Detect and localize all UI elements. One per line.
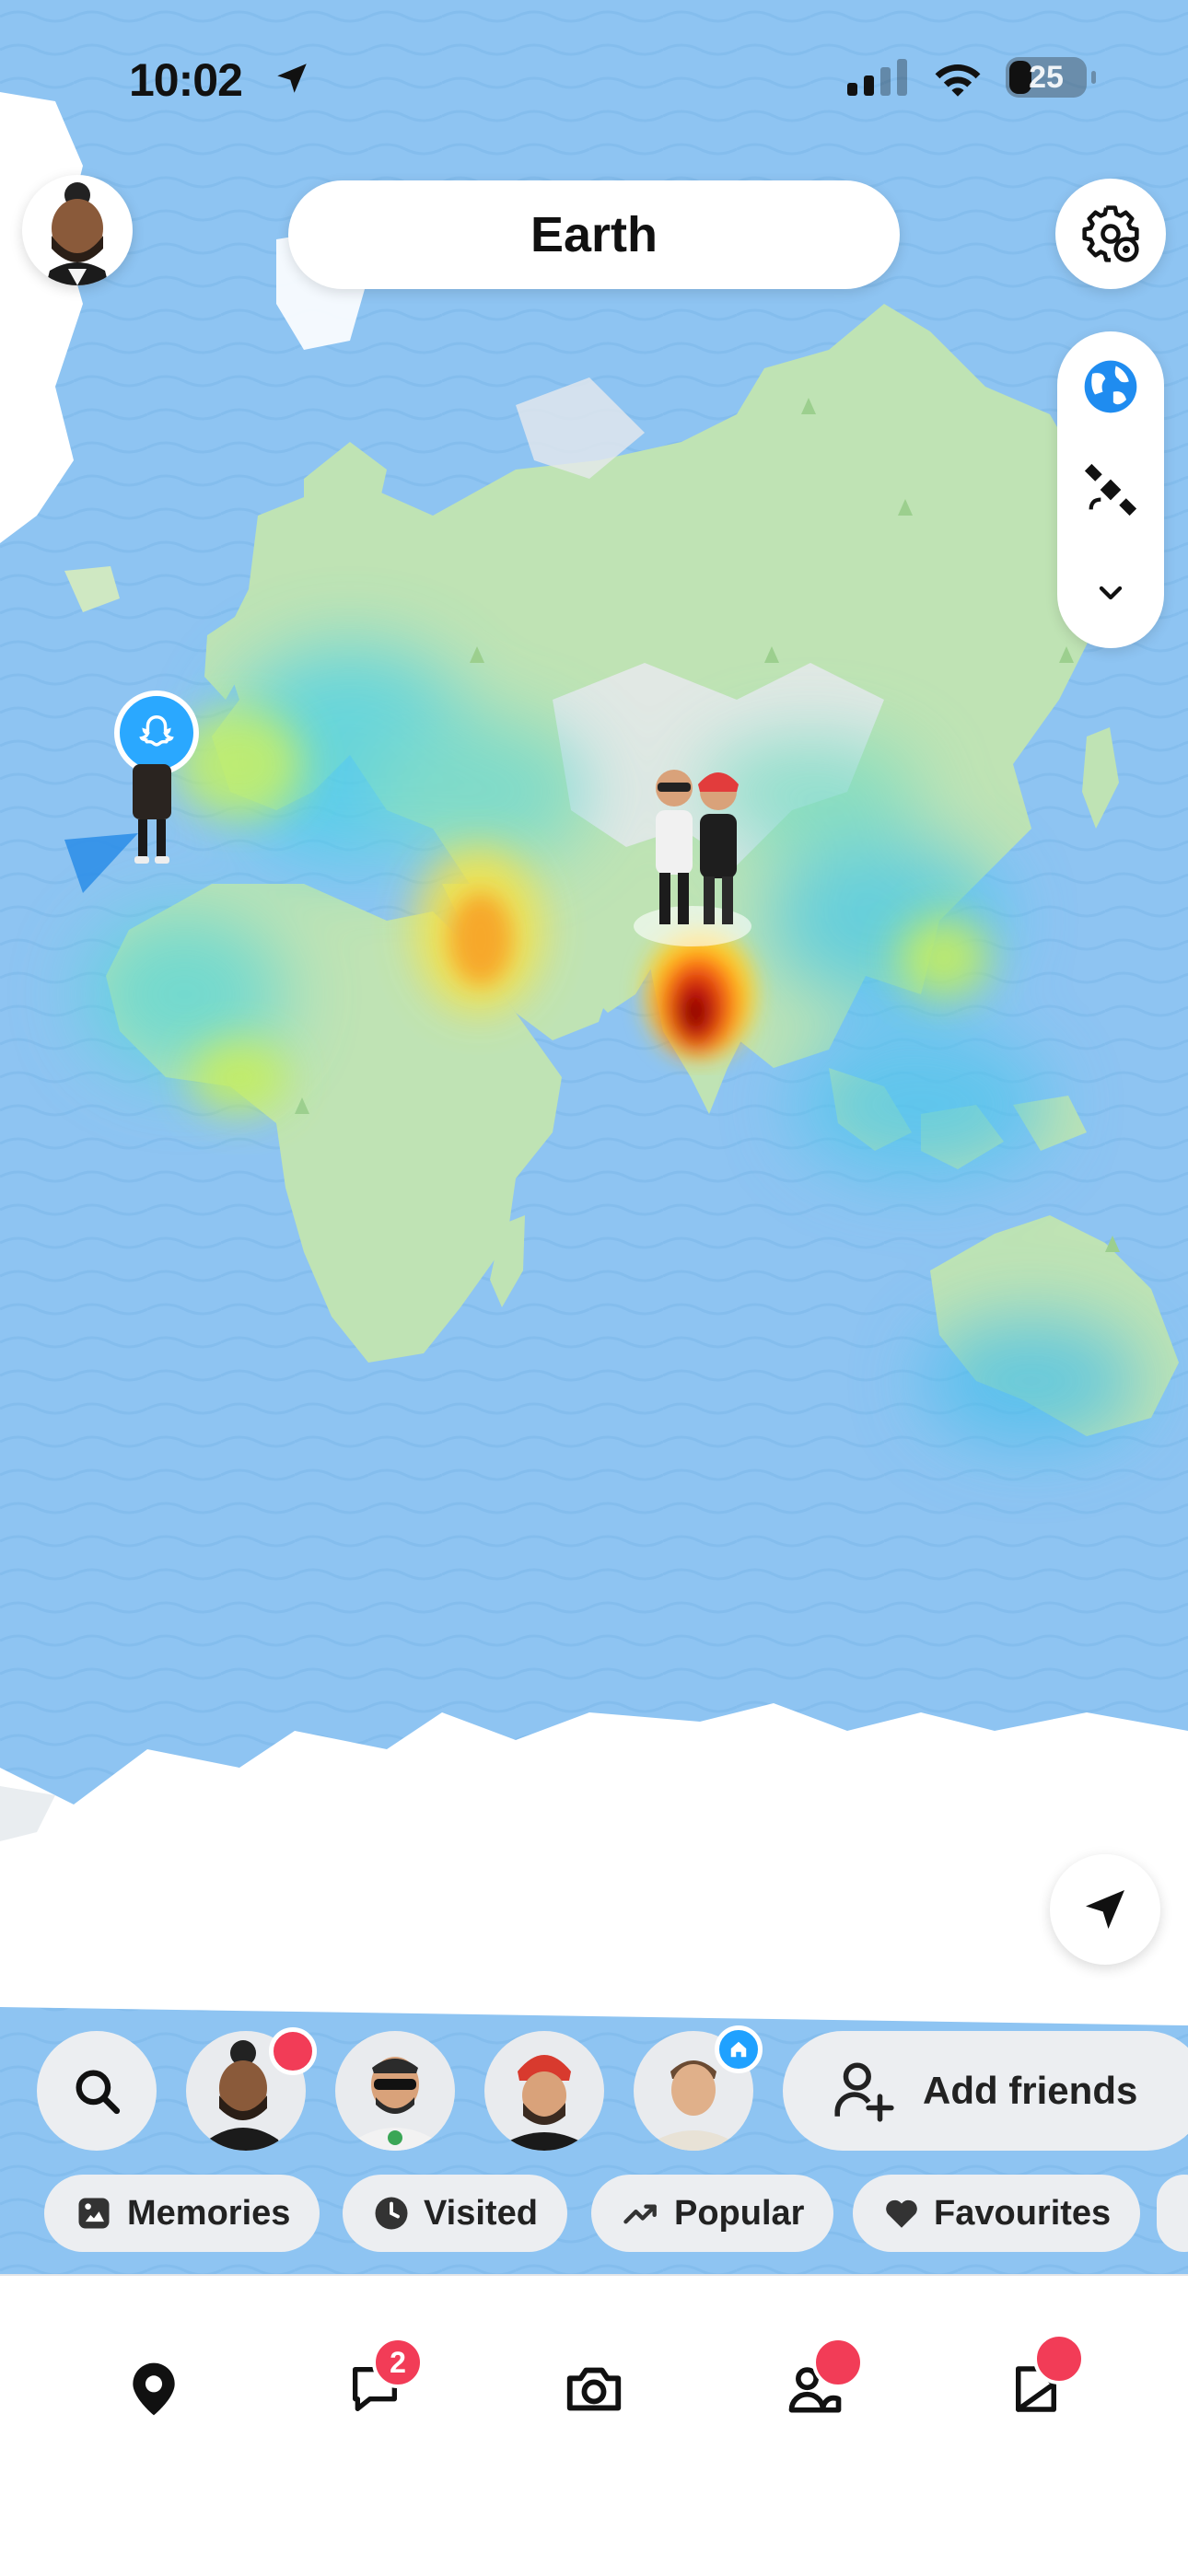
chip-favourites[interactable]: Favourites [853, 2175, 1141, 2252]
filter-chips: Memories Visited Popular Favourites [0, 2175, 1188, 2254]
stories-dot [812, 2337, 864, 2388]
friend-avatar-3[interactable] [484, 2031, 604, 2151]
location-services-icon [277, 64, 307, 93]
nav-stories[interactable] [764, 2337, 866, 2440]
spotlight-dot [1033, 2333, 1085, 2385]
navigation-arrow-icon [1086, 1890, 1124, 1929]
chip-label: Memories [127, 2193, 291, 2233]
chip-visited[interactable]: Visited [343, 2175, 567, 2252]
wifi-icon [935, 64, 981, 97]
chevron-down-icon [1099, 586, 1123, 600]
nav-chat[interactable]: 2 [324, 2337, 425, 2440]
search-icon [76, 2070, 121, 2115]
trending-icon [623, 2204, 657, 2224]
map-title[interactable]: Earth [288, 180, 900, 289]
avatar [352, 2057, 438, 2151]
globe-view-button[interactable] [1057, 341, 1164, 433]
add-friends-button[interactable]: Add friends [783, 2031, 1188, 2151]
map-pin-icon [133, 2362, 175, 2416]
avatar [46, 182, 109, 285]
expand-layers-button[interactable] [1057, 547, 1164, 639]
nav-map[interactable] [103, 2338, 204, 2440]
search-button[interactable] [37, 2031, 157, 2151]
cellular-signal-icon [847, 59, 907, 96]
map-settings-button[interactable] [1055, 179, 1166, 289]
chip-more[interactable] [1157, 2175, 1188, 2252]
status-bar: 10:02 25 [0, 0, 1188, 157]
friends-bitmoji-cluster[interactable] [641, 764, 751, 939]
home-badge [715, 2025, 763, 2073]
gear-location-icon [1082, 205, 1139, 262]
status-time: 10:02 [129, 54, 243, 106]
chip-label: Visited [424, 2193, 538, 2233]
friend-avatar-1[interactable] [186, 2027, 317, 2151]
add-friends-label: Add friends [923, 2069, 1138, 2112]
chip-label: Popular [674, 2193, 805, 2233]
chat-badge: 2 [372, 2337, 424, 2388]
heart-icon [886, 2199, 917, 2228]
unread-dot [269, 2027, 317, 2075]
battery-level: 25 [1029, 59, 1064, 95]
my-bitmoji[interactable] [122, 755, 182, 865]
recenter-location-button[interactable] [1050, 1854, 1160, 1965]
chip-popular[interactable]: Popular [591, 2175, 834, 2252]
globe-icon [1084, 360, 1137, 413]
profile-avatar-button[interactable] [22, 175, 133, 285]
avatar [501, 2055, 588, 2151]
nav-spotlight[interactable] [985, 2333, 1087, 2440]
nav-camera[interactable] [543, 2338, 645, 2440]
add-friend-icon [834, 2062, 894, 2122]
friend-avatar-2[interactable] [335, 2031, 455, 2151]
satellite-view-button[interactable] [1057, 444, 1164, 536]
satellite-icon [1084, 463, 1137, 516]
chip-memories[interactable]: Memories [44, 2175, 320, 2252]
clock-icon [375, 2197, 408, 2230]
camera-icon [566, 2367, 622, 2411]
battery-indicator: 25 [1006, 57, 1096, 98]
friend-avatar-4[interactable] [634, 2025, 763, 2151]
map-layer-selector [1057, 331, 1164, 648]
memories-icon [78, 2198, 110, 2229]
home-icon [730, 2041, 747, 2058]
chip-label: Favourites [934, 2193, 1112, 2233]
